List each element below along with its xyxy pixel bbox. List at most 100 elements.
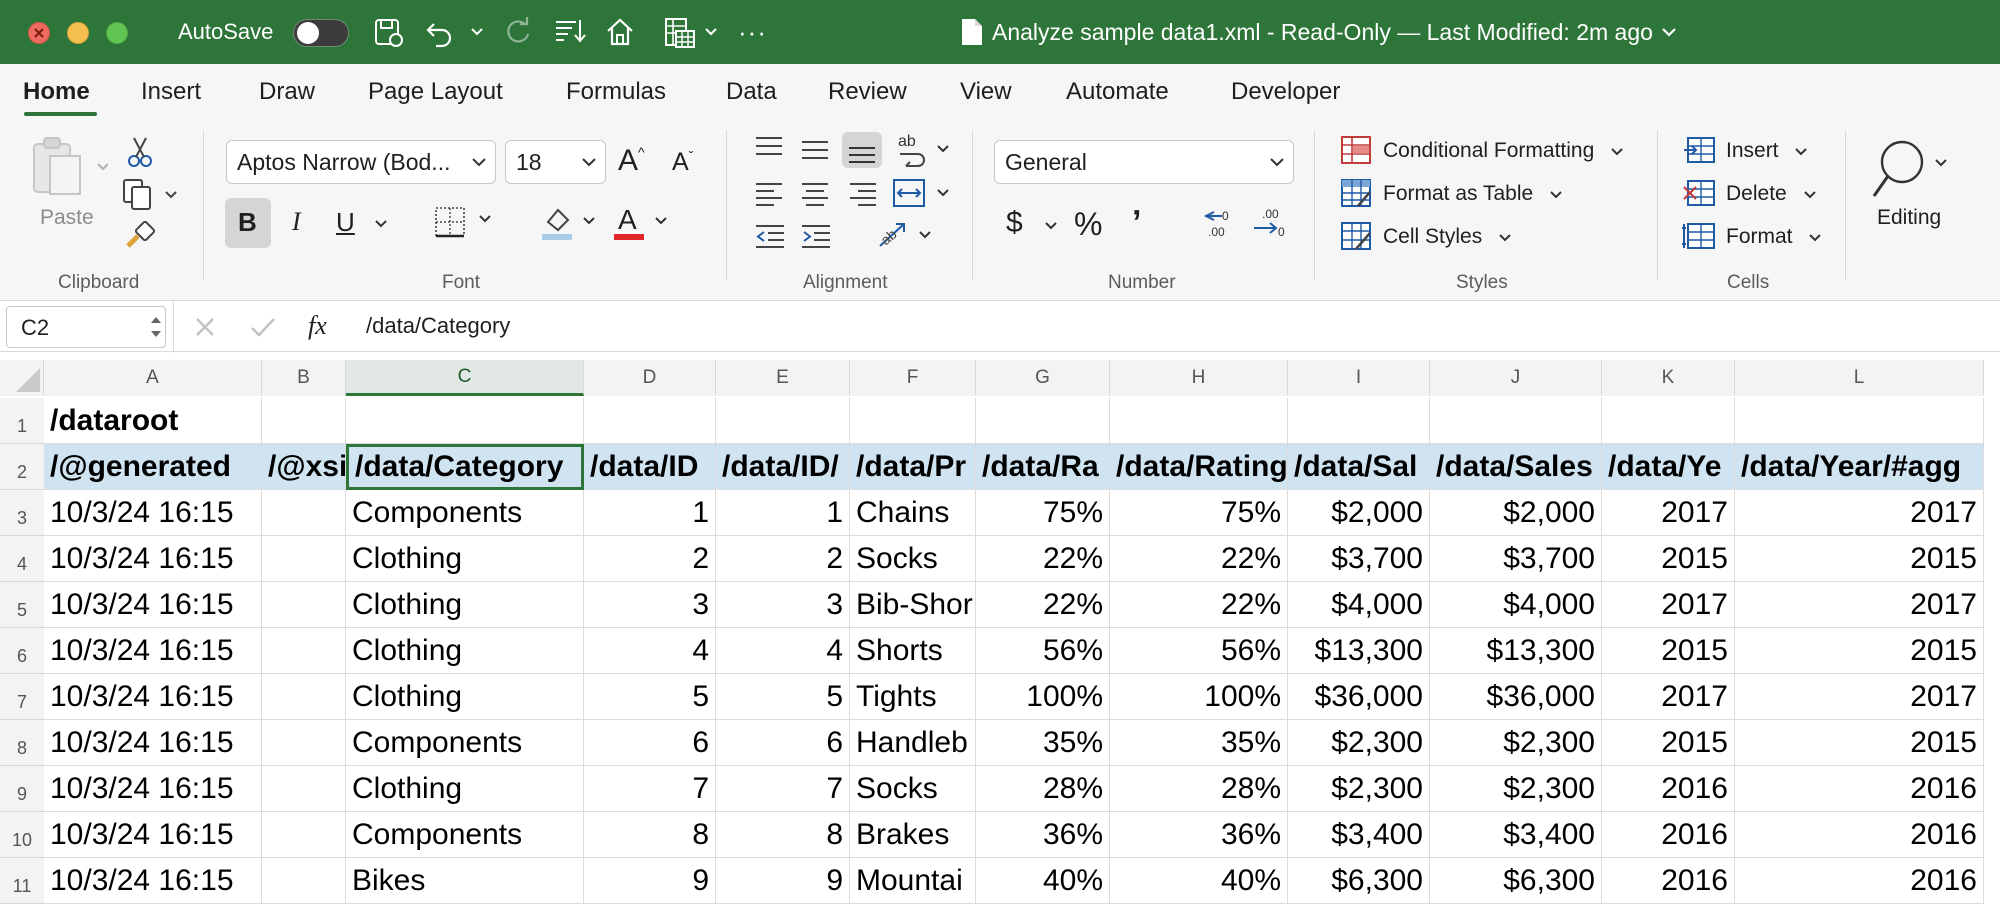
cell-b10[interactable] [262,812,346,858]
cell-l9[interactable]: 2016 [1735,766,1984,812]
save-icon[interactable] [372,0,404,64]
cell-a9[interactable]: 10/3/24 16:15 [44,766,262,812]
cell-h8[interactable]: 35% [1110,720,1288,766]
cell-e10[interactable]: 8 [716,812,850,858]
cell-g9[interactable]: 28% [976,766,1110,812]
row-header-2[interactable]: 2 [0,444,44,490]
cell-k11[interactable]: 2016 [1602,858,1735,904]
undo-dropdown-chevron-icon[interactable] [470,0,484,64]
cell-i4[interactable]: $3,700 [1288,536,1430,582]
cell-k2[interactable]: /data/Ye [1602,444,1735,490]
cell-d1[interactable] [584,398,716,444]
font-color-button[interactable]: A [614,204,670,247]
cell-e9[interactable]: 7 [716,766,850,812]
cell-c7[interactable]: Clothing [346,674,584,720]
cell-c10[interactable]: Components [346,812,584,858]
format-cells-button[interactable]: Format [1726,225,1822,249]
cell-b8[interactable] [262,720,346,766]
tab-developer[interactable]: Developer [1231,78,1340,106]
cell-a2[interactable]: /@generated [44,444,262,490]
cell-l4[interactable]: 2015 [1735,536,1984,582]
cell-l3[interactable]: 2017 [1735,490,1984,536]
row-header-8[interactable]: 8 [0,720,44,766]
cell-g5[interactable]: 22% [976,582,1110,628]
row-header-7[interactable]: 7 [0,674,44,720]
cell-j2[interactable]: /data/Sales [1430,444,1602,490]
cell-l6[interactable]: 2015 [1735,628,1984,674]
cell-f9[interactable]: Socks [850,766,976,812]
zoom-window-button[interactable] [106,22,128,44]
cell-f5[interactable]: Bib-Shor [850,582,976,628]
cell-g4[interactable]: 22% [976,536,1110,582]
cell-l8[interactable]: 2015 [1735,720,1984,766]
cell-c3[interactable]: Components [346,490,584,536]
currency-button[interactable]: $ [1006,206,1023,240]
cell-f11[interactable]: Mountai [850,858,976,904]
cell-c11[interactable]: Bikes [346,858,584,904]
cell-k8[interactable]: 2015 [1602,720,1735,766]
row-header-3[interactable]: 3 [0,490,44,536]
row-header-5[interactable]: 5 [0,582,44,628]
cell-l5[interactable]: 2017 [1735,582,1984,628]
number-format-dropdown[interactable]: General [994,140,1294,184]
cell-k7[interactable]: 2017 [1602,674,1735,720]
cell-h7[interactable]: 100% [1110,674,1288,720]
cell-c8[interactable]: Components [346,720,584,766]
row-header-10[interactable]: 10 [0,812,44,858]
increase-font-size-button[interactable]: A^ [618,144,645,178]
format-painter-icon[interactable] [124,220,156,255]
cell-b1[interactable] [262,398,346,444]
cell-i2[interactable]: /data/Sal [1288,444,1430,490]
cell-b9[interactable] [262,766,346,812]
tab-page-layout[interactable]: Page Layout [368,78,503,106]
cell-d5[interactable]: 3 [584,582,716,628]
cell-h5[interactable]: 22% [1110,582,1288,628]
cell-f4[interactable]: Socks [850,536,976,582]
cell-k9[interactable]: 2016 [1602,766,1735,812]
align-center-icon[interactable] [800,180,830,213]
cell-h3[interactable]: 75% [1110,490,1288,536]
cell-h6[interactable]: 56% [1110,628,1288,674]
row-header-9[interactable]: 9 [0,766,44,812]
column-header-l[interactable]: L [1735,360,1984,396]
cell-j8[interactable]: $2,300 [1430,720,1602,766]
cell-i5[interactable]: $4,000 [1288,582,1430,628]
column-header-g[interactable]: G [976,360,1110,396]
tab-view[interactable]: View [960,78,1012,106]
cell-b11[interactable] [262,858,346,904]
underline-button[interactable]: U [336,207,355,238]
cell-j9[interactable]: $2,300 [1430,766,1602,812]
cell-g8[interactable]: 35% [976,720,1110,766]
cell-i3[interactable]: $2,000 [1288,490,1430,536]
cell-k6[interactable]: 2015 [1602,628,1735,674]
cell-b7[interactable] [262,674,346,720]
cell-e6[interactable]: 4 [716,628,850,674]
align-left-icon[interactable] [754,180,784,213]
cell-a3[interactable]: 10/3/24 16:15 [44,490,262,536]
currency-chevron-icon[interactable] [1044,218,1058,236]
cell-a4[interactable]: 10/3/24 16:15 [44,536,262,582]
row-header-1[interactable]: 1 [0,398,44,444]
wrap-text-icon[interactable]: ab [896,132,952,173]
cell-j6[interactable]: $13,300 [1430,628,1602,674]
cell-e8[interactable]: 6 [716,720,850,766]
cell-i7[interactable]: $36,000 [1288,674,1430,720]
cell-f3[interactable]: Chains [850,490,976,536]
orientation-icon[interactable]: ab [876,220,936,257]
cell-j11[interactable]: $6,300 [1430,858,1602,904]
column-header-a[interactable]: A [44,360,262,396]
increase-indent-icon[interactable] [800,222,832,255]
cell-f2[interactable]: /data/Pr [850,444,976,490]
cell-b2[interactable]: /@xsi [262,444,346,490]
cell-l10[interactable]: 2016 [1735,812,1984,858]
cell-f10[interactable]: Brakes [850,812,976,858]
cell-a7[interactable]: 10/3/24 16:15 [44,674,262,720]
cell-d7[interactable]: 5 [584,674,716,720]
cell-d9[interactable]: 7 [584,766,716,812]
cell-k10[interactable]: 2016 [1602,812,1735,858]
comma-style-button[interactable]: ʼ [1132,204,1141,243]
home-icon[interactable] [604,0,636,64]
tab-formulas[interactable]: Formulas [566,78,666,106]
cell-c1[interactable] [346,398,584,444]
cell-e4[interactable]: 2 [716,536,850,582]
